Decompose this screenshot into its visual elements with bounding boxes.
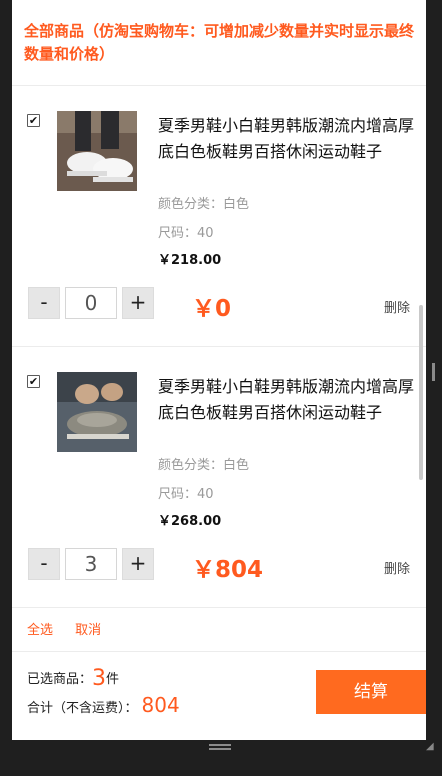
select-all-link[interactable]: 全选 [27,623,53,638]
resize-grip-icon[interactable]: ◢ [426,741,434,752]
sum-row: 合计（不含运费）： 804 [27,693,180,717]
cancel-link[interactable]: 取消 [75,623,101,638]
product-title[interactable]: 夏季男鞋小白鞋男韩版潮流内增高厚底白色板鞋男百搭休闲运动鞋子 [158,113,416,165]
scrollbar[interactable] [419,305,423,480]
cart-item: ✔ 夏季男鞋小白鞋男韩版潮流内增高厚底白色板鞋男百搭休闲运动鞋子 颜色分类：白色… [12,111,426,371]
item-total: ￥0 [192,296,232,322]
quantity-input[interactable]: 0 [65,287,117,319]
delete-link[interactable]: 删除 [384,297,410,316]
product-size: 尺码：40 [158,487,214,502]
product-size: 尺码：40 [158,226,214,241]
decrease-button[interactable]: - [28,548,60,580]
decrease-button[interactable]: - [28,287,60,319]
unit-price: ￥218.00 [158,253,222,268]
grey-sneaker-image [57,372,137,452]
divider [12,85,426,86]
divider [12,651,426,652]
increase-button[interactable]: + [122,548,154,580]
cart-header: 全部商品（仿淘宝购物车：可增加减少数量并实时显示最终数量和价格） [24,22,415,63]
product-title[interactable]: 夏季男鞋小白鞋男韩版潮流内增高厚底白色板鞋男百搭休闲运动鞋子 [158,374,416,426]
product-color: 颜色分类：白色 [158,458,250,473]
selected-label: 已选商品： [27,672,93,687]
product-image[interactable] [57,372,137,452]
sum-value: 804 [141,693,180,717]
quantity-input[interactable]: 3 [65,548,117,580]
selected-unit: 件 [106,672,120,687]
splitter-handle[interactable] [432,363,435,381]
divider [12,346,426,347]
item-checkbox[interactable]: ✔ [27,375,40,388]
cart-panel: 全部商品（仿淘宝购物车：可增加减少数量并实时显示最终数量和价格） ✔ 夏季男鞋小… [12,0,426,740]
drag-handle-icon[interactable] [209,744,231,750]
item-total: ￥804 [192,557,264,583]
product-color: 颜色分类：白色 [158,197,250,212]
white-sneaker-image [57,111,137,191]
item-checkbox[interactable]: ✔ [27,114,40,127]
footer-links: 全选 取消 [27,619,119,638]
delete-link[interactable]: 删除 [384,558,410,577]
cart-item: ✔ 夏季男鞋小白鞋男韩版潮流内增高厚底白色板鞋男百搭休闲运动鞋子 颜色分类：白色… [12,372,426,632]
product-image[interactable] [57,111,137,191]
divider [12,607,426,608]
unit-price: ￥268.00 [158,514,222,529]
increase-button[interactable]: + [122,287,154,319]
sum-label: 合计（不含运费）： [27,701,138,716]
selected-count: 3 [92,666,107,691]
checkout-button[interactable]: 结算 [316,670,426,714]
selected-count-row: 已选商品：3件 [27,666,119,691]
